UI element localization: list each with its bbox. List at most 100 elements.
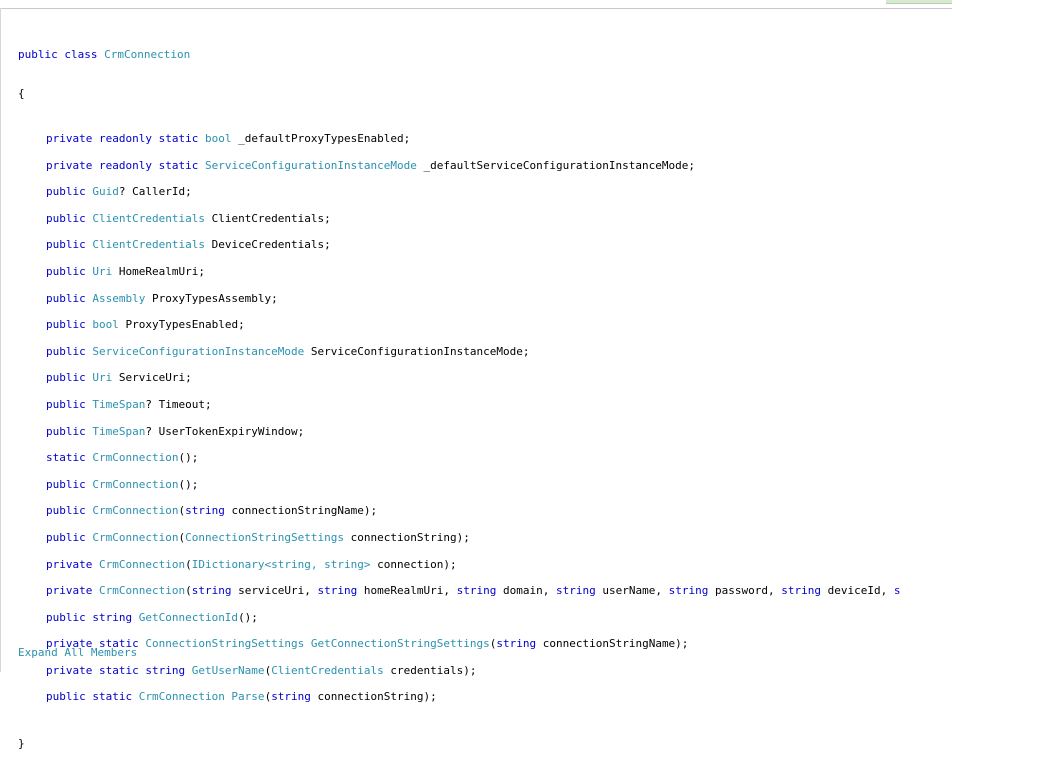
- type-link[interactable]: bool: [205, 132, 232, 145]
- keyword-token: public: [46, 371, 93, 385]
- keyword-token: public: [46, 477, 93, 491]
- member-line: private static ConnectionStringSettings …: [18, 631, 954, 658]
- keyword-token: public: [46, 211, 93, 225]
- member-line: public bool ProxyTypesEnabled;: [18, 312, 954, 339]
- keyword-token: public string: [46, 610, 139, 624]
- type-link[interactable]: TimeSpan: [92, 398, 145, 411]
- type-link[interactable]: ServiceConfigurationInstanceMode: [205, 159, 417, 172]
- type-link[interactable]: ClientCredentials: [92, 238, 205, 251]
- keyword-token: s: [893, 584, 901, 598]
- identifier-token: HomeRealmUri;: [112, 264, 205, 278]
- member-line: public static CrmConnection Parse(string…: [18, 684, 954, 711]
- type-link[interactable]: GetConnectionStringSettings: [304, 637, 490, 650]
- keyword-token: private: [46, 584, 99, 598]
- code-view: public class CrmConnection { private rea…: [18, 22, 954, 763]
- identifier-token: connection);: [370, 557, 457, 571]
- type-link[interactable]: Assembly: [92, 292, 145, 305]
- type-link[interactable]: ServiceConfigurationInstanceMode: [92, 345, 304, 358]
- keyword-token: string: [191, 584, 232, 598]
- identifier-token: deviceId,: [820, 584, 894, 598]
- close-brace: }: [18, 737, 25, 751]
- keyword-token: string: [317, 584, 358, 598]
- identifier-token: password,: [708, 584, 782, 598]
- identifier-token: connectionString);: [344, 530, 470, 544]
- identifier-token: ClientCredentials;: [204, 211, 331, 225]
- keyword-token: public static: [46, 690, 139, 704]
- type-link[interactable]: TimeSpan: [92, 425, 145, 438]
- keyword-token: public: [46, 424, 93, 438]
- member-line: public ServiceConfigurationInstanceMode …: [18, 339, 954, 366]
- identifier-token: ();: [238, 610, 258, 624]
- identifier-token: _defaultProxyTypesEnabled;: [231, 132, 411, 145]
- identifier-token: credentials);: [383, 663, 477, 677]
- type-link[interactable]: Parse: [225, 690, 264, 703]
- member-line: private static string GetUserName(Client…: [18, 658, 954, 685]
- expand-all-members-link[interactable]: Expand All Members: [18, 646, 137, 659]
- type-link[interactable]: CrmConnection: [99, 558, 185, 571]
- type-link[interactable]: GetConnectionId: [139, 611, 238, 624]
- keyword-token: public: [46, 238, 93, 252]
- type-link[interactable]: GetUserName: [192, 664, 265, 677]
- type-link[interactable]: CrmConnection: [92, 451, 178, 464]
- type-link[interactable]: CrmConnection: [139, 690, 225, 703]
- type-link[interactable]: ConnectionStringSettings: [185, 531, 344, 544]
- keyword-token: string: [781, 584, 821, 598]
- type-link[interactable]: Uri: [92, 265, 112, 278]
- keyword-token: string: [668, 584, 709, 598]
- type-link[interactable]: CrmConnection: [92, 504, 178, 517]
- member-line: public Uri HomeRealmUri;: [18, 259, 954, 286]
- identifier-token: serviceUri,: [231, 584, 318, 598]
- identifier-token: connectionStringName);: [536, 637, 689, 651]
- identifier-token: ServiceUri;: [112, 371, 192, 385]
- type-link[interactable]: IDictionary<string, string>: [192, 558, 371, 571]
- identifier-token: homeRealmUri,: [357, 584, 457, 598]
- type-link[interactable]: ClientCredentials: [92, 212, 205, 225]
- member-line: private readonly static ServiceConfigura…: [18, 153, 954, 180]
- keyword-token: private readonly static: [46, 132, 205, 145]
- type-link[interactable]: bool: [92, 318, 119, 331]
- member-line: private CrmConnection(IDictionary<string…: [18, 552, 954, 579]
- identifier-token: ProxyTypesEnabled;: [118, 318, 245, 332]
- identifier-token: ? CallerId;: [118, 185, 192, 199]
- member-line: public CrmConnection(string connectionSt…: [18, 498, 954, 525]
- type-link[interactable]: CrmConnection: [92, 478, 178, 491]
- keyword-token: string: [456, 584, 497, 598]
- type-link[interactable]: Uri: [92, 371, 112, 384]
- type-link[interactable]: CrmConnection: [99, 584, 185, 597]
- keyword-token: string: [271, 690, 311, 704]
- identifier-token: connectionString);: [310, 690, 437, 704]
- keyword-token: static: [46, 451, 93, 465]
- member-line: public Uri ServiceUri;: [18, 365, 954, 392]
- keyword-token: string: [185, 504, 225, 518]
- member-line: public CrmConnection();: [18, 472, 954, 499]
- identifier-token: DeviceCredentials;: [204, 238, 331, 252]
- identifier-token: userName,: [595, 584, 669, 598]
- type-link[interactable]: CrmConnection: [92, 531, 178, 544]
- keyword-token: public: [46, 397, 93, 411]
- type-link[interactable]: Guid: [92, 185, 119, 198]
- keyword-token: public: [46, 344, 93, 358]
- keyword-token: public: [46, 185, 93, 199]
- top-bar-accent: [886, 0, 952, 4]
- member-line: public CrmConnection(ConnectionStringSet…: [18, 525, 954, 552]
- member-line: public ClientCredentials ClientCredentia…: [18, 206, 954, 233]
- type-link[interactable]: ClientCredentials: [271, 664, 384, 677]
- keyword-token: string: [556, 584, 596, 598]
- member-line: private CrmConnection(string serviceUri,…: [18, 578, 954, 605]
- identifier-token: ();: [178, 477, 199, 491]
- member-line: public ClientCredentials DeviceCredentia…: [18, 232, 954, 259]
- keyword-token: public: [46, 504, 93, 518]
- member-line: private readonly static bool _defaultPro…: [18, 126, 954, 153]
- class-name[interactable]: CrmConnection: [104, 48, 190, 61]
- keyword-token: private readonly static: [46, 158, 205, 172]
- member-line: public string GetConnectionId();: [18, 605, 954, 632]
- identifier-token: connectionStringName);: [224, 504, 378, 518]
- keyword-token: private static string: [46, 663, 192, 677]
- identifier-token: (: [185, 557, 192, 571]
- member-line: public Assembly ProxyTypesAssembly;: [18, 286, 954, 313]
- keyword-token: public: [46, 530, 93, 544]
- type-link[interactable]: ConnectionStringSettings: [145, 637, 304, 650]
- identifier-token: ? Timeout;: [145, 397, 212, 411]
- member-line: public Guid? CallerId;: [18, 179, 954, 206]
- keyword-token: private: [46, 557, 99, 571]
